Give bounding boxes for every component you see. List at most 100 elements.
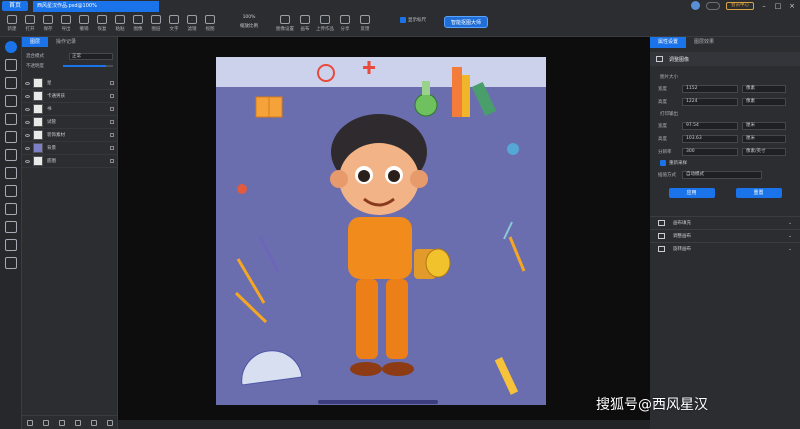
toolbar-canvas-button[interactable]: 画布 (296, 15, 314, 32)
eye-icon[interactable] (25, 81, 30, 85)
print-height-input[interactable]: 103.63 (682, 134, 738, 143)
layer-row[interactable]: 书 (22, 103, 117, 116)
lock-icon[interactable] (110, 107, 114, 111)
avatar[interactable] (691, 1, 700, 10)
delete-layer-icon[interactable] (107, 419, 113, 426)
toolbar-redo-button[interactable]: 恢复 (93, 15, 111, 32)
resample-method-select[interactable]: 自动模式 (682, 170, 762, 179)
toolbar-open-button[interactable]: 打开 (21, 15, 39, 32)
opacity-slider[interactable] (63, 65, 113, 67)
hand-tool-icon[interactable] (5, 239, 17, 251)
vip-button[interactable]: 会员中心 (726, 1, 754, 10)
width-unit-select[interactable]: 像素 (742, 84, 786, 93)
mask-icon[interactable] (59, 419, 65, 426)
text-tool-icon[interactable] (5, 131, 17, 143)
artboard[interactable] (216, 57, 546, 405)
toolbar-share-button[interactable]: 分享 (336, 15, 354, 32)
pen-tool-icon[interactable] (5, 203, 17, 215)
layer-row[interactable]: 试管 (22, 116, 117, 129)
width-input[interactable]: 1152 (682, 84, 738, 93)
collapsed-section[interactable]: 旋转画布 ⌄ (650, 242, 800, 255)
brush-tool-icon[interactable] (5, 149, 17, 161)
lock-icon[interactable] (110, 94, 114, 98)
toolbar-view-button[interactable]: 视图 (201, 15, 219, 32)
eye-icon[interactable] (25, 159, 30, 163)
new-group-icon[interactable] (75, 419, 81, 426)
layer-row[interactable]: 卡通男孩 (22, 90, 117, 103)
toolbar-upload-button[interactable]: 上传作品 (316, 15, 334, 32)
toolbar-paste-button[interactable]: 粘贴 (111, 15, 129, 32)
collapsed-section[interactable]: 调整画布 ⌄ (650, 229, 800, 242)
print-width-input[interactable]: 97.54 (682, 121, 738, 130)
layer-row[interactable]: 星 (22, 77, 117, 90)
toolbar-export-button[interactable]: 导出 (57, 15, 75, 32)
print-height-unit-select[interactable]: 厘米 (742, 134, 786, 143)
new-layer-icon[interactable] (91, 419, 97, 426)
resample-checkbox[interactable]: 重新采样 (660, 160, 792, 166)
lasso-tool-icon[interactable] (5, 95, 17, 107)
toolbar-new-button[interactable]: 新建 (3, 15, 21, 32)
flask-icon (414, 81, 438, 117)
tab-layer-effects[interactable]: 图层效果 (686, 37, 722, 48)
toolbar-image-settings-button[interactable]: 图像设置 (276, 15, 294, 32)
print-width-unit-select[interactable]: 厘米 (742, 121, 786, 130)
lock-icon[interactable] (110, 81, 114, 85)
lock-icon[interactable] (110, 133, 114, 137)
blend-mode-select[interactable]: 正常 (69, 52, 113, 60)
toolbar-filter-button[interactable]: 滤镜 (183, 15, 201, 32)
apply-button[interactable]: 应用 (668, 188, 715, 198)
layer-style-icon[interactable] (43, 419, 49, 426)
tool-column (0, 37, 22, 429)
layer-row[interactable]: 背景 (22, 142, 117, 155)
canvas-area[interactable] (118, 37, 650, 429)
link-layers-icon[interactable] (27, 419, 33, 426)
reset-button[interactable]: 重置 (735, 188, 782, 198)
toolbar-save-button[interactable]: 保存 (39, 15, 57, 32)
zoom-control[interactable]: 100% 缩放比例 (240, 15, 258, 29)
eraser-tool-icon[interactable] (5, 167, 17, 179)
home-menu-button[interactable]: 首页 (2, 1, 28, 11)
magic-wand-tool-icon[interactable] (5, 77, 17, 89)
eye-icon[interactable] (25, 107, 30, 111)
eye-icon[interactable] (25, 120, 30, 124)
marquee-tool-icon[interactable] (5, 59, 17, 71)
tab-history[interactable]: 操作记录 (48, 37, 84, 47)
zoom-tool-icon[interactable] (5, 257, 17, 269)
lock-icon[interactable] (110, 120, 114, 124)
document-tab[interactable]: 西风星汉作品.psd@100% (33, 1, 159, 12)
height-unit-select[interactable]: 像素 (742, 97, 786, 106)
lock-icon[interactable] (110, 146, 114, 150)
eye-icon[interactable] (25, 133, 30, 137)
title-bar: 首页 西风星汉作品.psd@100% 会员中心 – □ × (0, 0, 800, 12)
height-input[interactable]: 1224 (682, 97, 738, 106)
stamp-tool-icon[interactable] (5, 185, 17, 197)
close-icon[interactable]: × (788, 2, 796, 10)
toolbar-feedback-button[interactable]: 反馈 (356, 15, 374, 32)
toolbar-undo-button[interactable]: 撤销 (75, 15, 93, 32)
lock-icon[interactable] (110, 159, 114, 163)
toolbar-text-button[interactable]: 文字 (165, 15, 183, 32)
smart-cutout-button[interactable]: 智能抠图大师 (444, 16, 489, 28)
show-ruler-checkbox[interactable]: 显示标尺 (400, 17, 426, 23)
eye-icon[interactable] (25, 94, 30, 98)
minimize-icon[interactable]: – (760, 2, 768, 10)
print-width-row: 宽度 97.54 厘米 (658, 120, 792, 131)
resolution-input[interactable]: 300 (682, 147, 738, 156)
layer-row[interactable]: 底图 (22, 155, 117, 168)
move-tool-icon[interactable] (5, 41, 17, 53)
crop-tool-icon[interactable] (5, 113, 17, 125)
eye-icon[interactable] (25, 146, 30, 150)
maximize-icon[interactable]: □ (774, 2, 782, 10)
adjust-image-header[interactable]: 调整图像 (650, 52, 800, 66)
collapsed-section[interactable]: 画布填充 ⌄ (650, 216, 800, 229)
layer-row[interactable]: 装饰素材 (22, 129, 117, 142)
toolbar-image-button[interactable]: 图像 (129, 15, 147, 32)
toolbar-layer-button[interactable]: 图层 (147, 15, 165, 32)
resolution-unit-select[interactable]: 像素/英寸 (742, 147, 786, 156)
tab-layers[interactable]: 图层 (22, 37, 49, 47)
tab-properties[interactable]: 属性设置 (650, 37, 687, 48)
account-status-pill[interactable] (706, 1, 720, 10)
wheat-icon-left (234, 258, 268, 324)
eyedropper-tool-icon[interactable] (5, 221, 17, 233)
layer-thumbnail (33, 91, 43, 101)
